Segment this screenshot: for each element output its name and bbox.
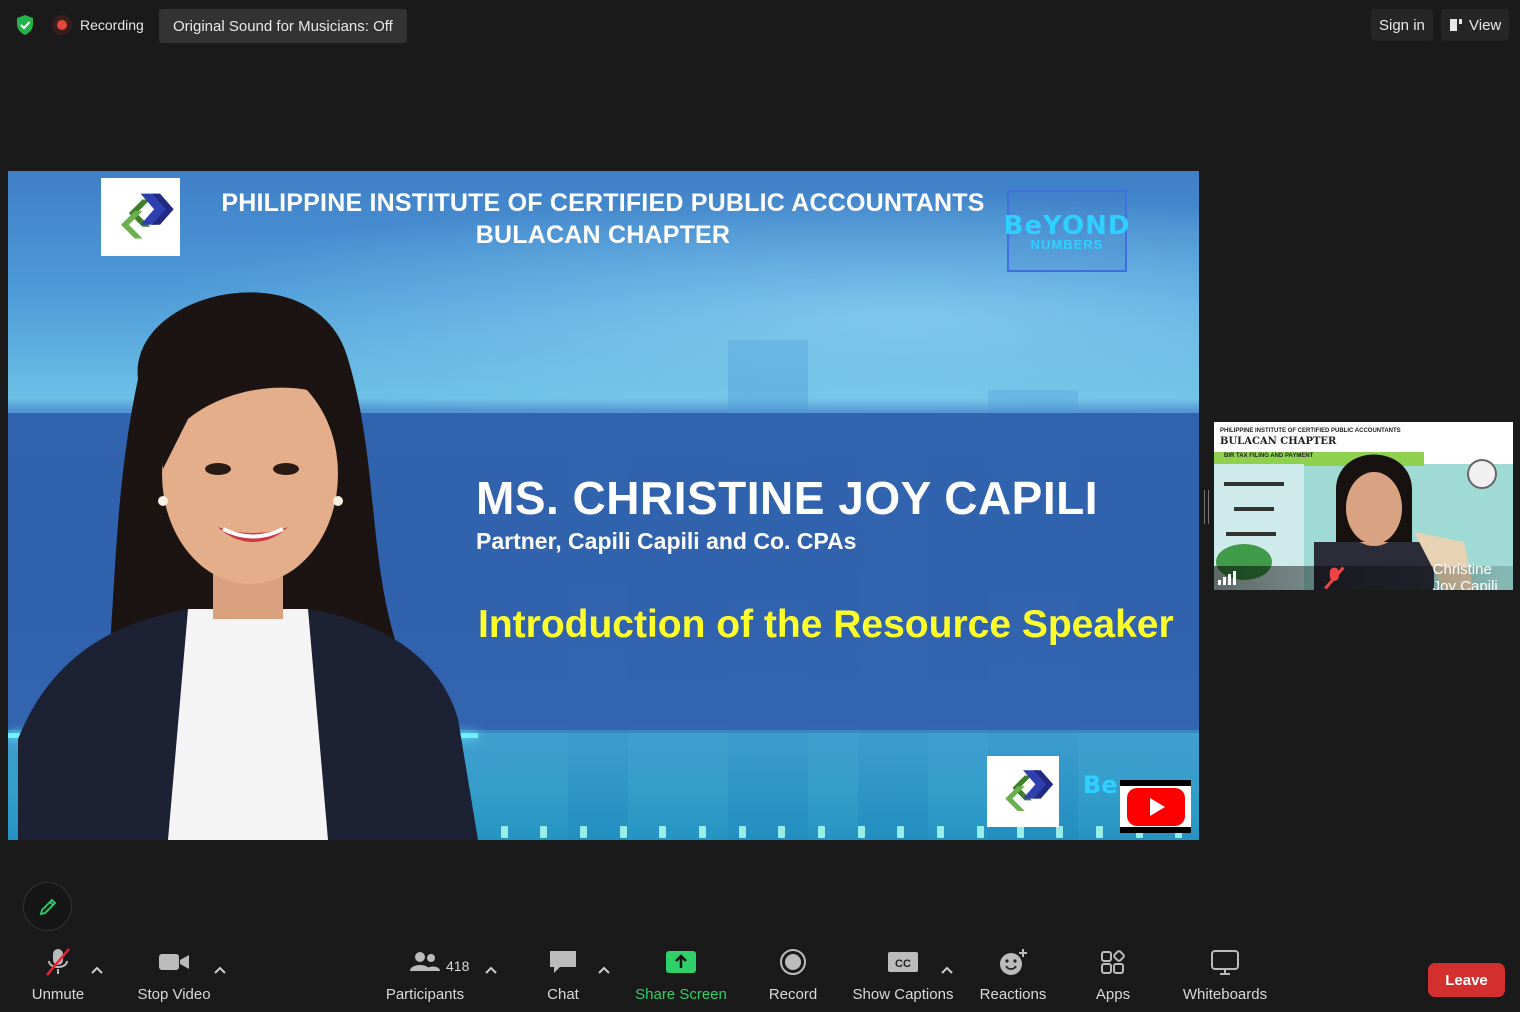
participants-icon xyxy=(410,952,440,971)
chevron-up-icon xyxy=(485,966,497,974)
security-shield-icon[interactable] xyxy=(14,14,36,36)
apps-button[interactable]: Apps xyxy=(1090,942,1136,1012)
svg-text:CC: CC xyxy=(895,958,911,970)
chat-button[interactable]: Chat xyxy=(536,942,590,1012)
chat-bubble-icon xyxy=(550,951,576,973)
participant-video-thumbnail[interactable]: PHILIPPINE INSTITUTE OF CERTIFIED PUBLIC… xyxy=(1214,422,1513,590)
muted-microphone-icon xyxy=(46,948,70,976)
share-screen-button[interactable]: Share Screen xyxy=(632,942,730,1012)
record-label: Record xyxy=(768,986,818,1003)
original-sound-button[interactable]: Original Sound for Musicians: Off xyxy=(159,9,407,43)
annotate-button[interactable] xyxy=(23,882,72,931)
picpa-logo xyxy=(101,178,180,256)
view-button[interactable]: View xyxy=(1441,9,1510,41)
muted-mic-icon xyxy=(1324,566,1345,590)
shared-screen[interactable]: PHILIPPINE INSTITUTE OF CERTIFIED PUBLIC… xyxy=(8,171,1199,840)
recording-indicator[interactable]: Recording xyxy=(52,12,144,38)
chat-options-caret[interactable] xyxy=(597,962,611,974)
show-captions-label: Show Captions xyxy=(852,986,954,1003)
slide-header-line1: PHILIPPINE INSTITUTE OF CERTIFIED PUBLIC… xyxy=(221,189,985,217)
beyond-small-logo: Be xyxy=(1083,771,1118,799)
panel-resize-handle[interactable] xyxy=(1204,490,1209,524)
view-label: View xyxy=(1469,16,1502,34)
unmute-label: Unmute xyxy=(31,986,85,1003)
recording-dot-icon xyxy=(52,15,72,35)
chat-label: Chat xyxy=(547,986,579,1003)
speaker-photo xyxy=(18,269,478,840)
whiteboard-icon xyxy=(1211,950,1239,975)
beyond-numbers-logo: BeYOND NUMBERS xyxy=(1004,190,1129,272)
participants-count: 418 xyxy=(446,958,470,974)
youtube-icon xyxy=(1120,780,1191,833)
reactions-button[interactable]: Reactions xyxy=(976,942,1050,1012)
leave-button[interactable]: Leave xyxy=(1428,963,1505,997)
share-screen-arrow-icon xyxy=(666,951,696,973)
emoji-plus-icon xyxy=(1000,949,1027,975)
closed-captions-icon: CC xyxy=(888,952,918,972)
whiteboards-label: Whiteboards xyxy=(1182,986,1268,1003)
chevron-up-icon xyxy=(214,966,226,974)
view-layout-icon xyxy=(1450,19,1462,31)
apps-label: Apps xyxy=(1095,986,1131,1003)
top-bar: Recording Original Sound for Musicians: … xyxy=(0,0,1520,50)
recording-label: Recording xyxy=(80,17,144,33)
speaker-name: MS. CHRISTINE JOY CAPILI xyxy=(476,472,1099,524)
thumb-header-line2: BULACAN CHAPTER xyxy=(1220,436,1337,447)
picpa-small-logo xyxy=(987,756,1059,827)
share-screen-label: Share Screen xyxy=(635,986,727,1003)
chevron-up-icon xyxy=(598,966,610,974)
signal-strength-icon xyxy=(1218,571,1236,585)
sign-in-button[interactable]: Sign in xyxy=(1371,9,1433,41)
chevron-up-icon xyxy=(941,966,953,974)
chevron-up-icon xyxy=(91,966,103,974)
video-options-caret[interactable] xyxy=(213,962,227,974)
zoom-meeting-window: Recording Original Sound for Musicians: … xyxy=(0,0,1520,1012)
participant-name-label: Christine Joy Capili xyxy=(1214,561,1513,590)
video-camera-icon xyxy=(159,954,189,970)
meeting-toolbar: Unmute Stop Video Participants 418 Chat … xyxy=(0,942,1520,1012)
pencil-icon xyxy=(39,898,56,915)
captions-options-caret[interactable] xyxy=(940,962,954,974)
participants-button[interactable]: Participants xyxy=(380,942,470,1012)
participants-label: Participants xyxy=(385,986,465,1003)
audio-options-caret[interactable] xyxy=(90,962,104,974)
apps-icon xyxy=(1101,950,1125,974)
stop-video-button[interactable]: Stop Video xyxy=(132,942,216,1012)
stop-video-label: Stop Video xyxy=(137,986,211,1003)
record-button[interactable]: Record xyxy=(764,942,822,1012)
record-icon xyxy=(780,949,806,975)
reactions-label: Reactions xyxy=(979,986,1047,1003)
thumb-header-line1: PHILIPPINE INSTITUTE OF CERTIFIED PUBLIC… xyxy=(1220,428,1401,434)
thumb-banner: BIR TAX FILING AND PAYMENT xyxy=(1224,453,1314,459)
intro-title: Introduction of the Resource Speaker xyxy=(478,603,1174,646)
unmute-button[interactable]: Unmute xyxy=(22,942,94,1012)
slide-header-line2: BULACAN CHAPTER xyxy=(475,221,731,249)
show-captions-button[interactable]: CC Show Captions xyxy=(850,942,956,1012)
whiteboards-button[interactable]: Whiteboards xyxy=(1178,942,1272,1012)
speaker-role: Partner, Capili Capili and Co. CPAs xyxy=(476,528,857,554)
participants-options-caret[interactable] xyxy=(484,962,498,974)
participant-name: Christine Joy Capili xyxy=(1432,561,1498,590)
